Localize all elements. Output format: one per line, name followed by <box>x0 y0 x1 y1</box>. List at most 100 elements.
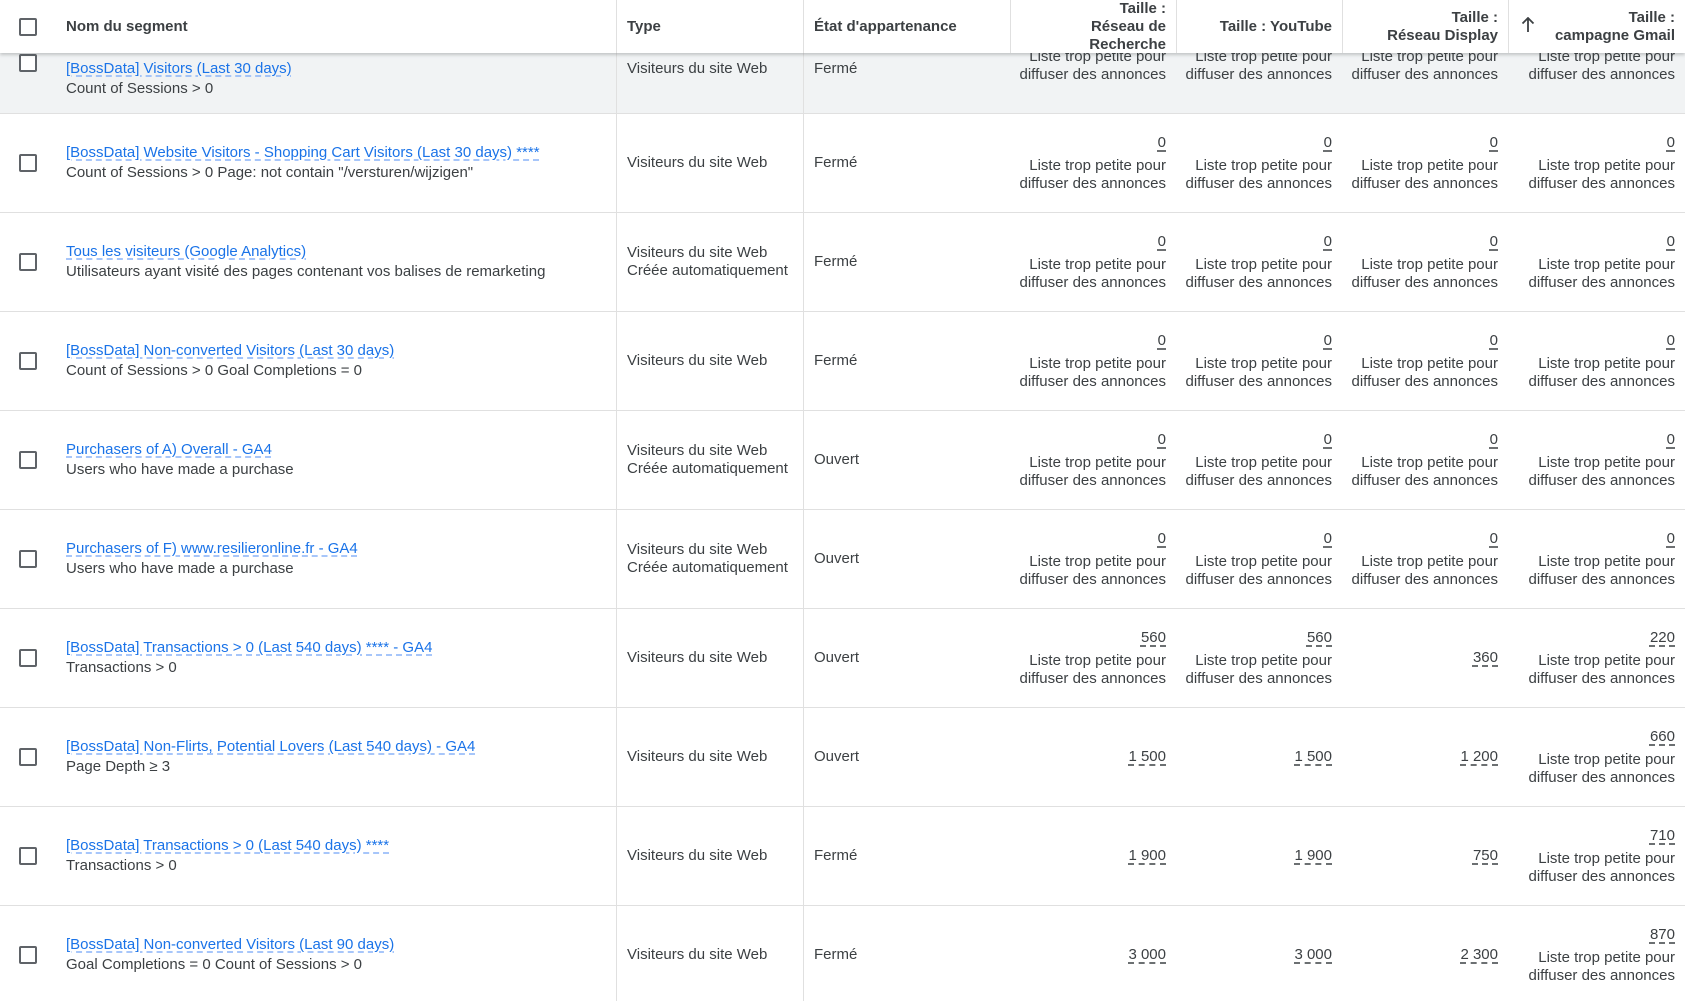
size-youtube-value[interactable]: 0 <box>1324 431 1332 449</box>
row-checkbox[interactable] <box>19 550 37 568</box>
column-header-state[interactable]: État d'appartenance <box>803 0 1010 53</box>
row-checkbox[interactable] <box>19 847 37 865</box>
column-header-type-label: Type <box>627 18 661 35</box>
size-search-value[interactable]: 0 <box>1158 431 1166 449</box>
membership-state-cell: Fermé <box>803 213 1010 311</box>
segment-name-link[interactable]: [BossData] Non-Flirts, Potential Lovers … <box>66 738 475 756</box>
column-header-name-label: Nom du segment <box>66 18 188 35</box>
row-checkbox-cell[interactable] <box>0 312 56 410</box>
segment-name-link[interactable]: [BossData] Non-converted Visitors (Last … <box>66 342 394 360</box>
arrow-up-icon[interactable] <box>1521 16 1535 37</box>
membership-state-cell: Fermé <box>803 114 1010 212</box>
segment-name-link[interactable]: Purchasers of A) Overall - GA4 <box>66 441 272 459</box>
size-gmail-value[interactable]: 870 <box>1650 926 1675 944</box>
table-row[interactable]: [BossData] Non-Flirts, Potential Lovers … <box>0 708 1685 807</box>
size-youtube-value[interactable]: 0 <box>1324 134 1332 152</box>
size-display-value[interactable]: 2 300 <box>1460 946 1498 964</box>
row-checkbox[interactable] <box>19 154 37 172</box>
size-gmail-note: Liste trop petite pour diffuser des anno… <box>1528 750 1676 786</box>
row-checkbox[interactable] <box>19 748 37 766</box>
table-row[interactable]: [BossData] Transactions > 0 (Last 540 da… <box>0 807 1685 906</box>
segment-name-cell: Purchasers of F) www.resilieronline.fr -… <box>56 510 616 608</box>
column-header-size-gmail[interactable]: Taille : campagne Gmail <box>1508 0 1685 53</box>
size-search-value[interactable]: 0 <box>1158 332 1166 350</box>
size-display-value[interactable]: 360 <box>1473 649 1498 667</box>
size-gmail-value[interactable]: 710 <box>1650 827 1675 845</box>
size-gmail-value[interactable]: 0 <box>1667 233 1675 251</box>
row-checkbox-cell[interactable] <box>0 906 56 1001</box>
table-row[interactable]: [BossData] Non-converted Visitors (Last … <box>0 312 1685 411</box>
row-checkbox[interactable] <box>19 253 37 271</box>
row-checkbox-cell[interactable] <box>0 213 56 311</box>
segment-name-link[interactable]: Tous les visiteurs (Google Analytics) <box>66 243 306 261</box>
table-row[interactable]: [BossData] Website Visitors - Shopping C… <box>0 114 1685 213</box>
size-search-value[interactable]: 560 <box>1141 629 1166 647</box>
segment-name-link[interactable]: [BossData] Transactions > 0 (Last 540 da… <box>66 639 432 657</box>
size-gmail-value[interactable]: 0 <box>1667 134 1675 152</box>
column-header-size-youtube[interactable]: Taille : YouTube <box>1176 0 1342 53</box>
size-youtube-value[interactable]: 0 <box>1324 530 1332 548</box>
size-search-value[interactable]: 3 000 <box>1128 946 1166 964</box>
size-youtube-value[interactable]: 0 <box>1324 233 1332 251</box>
size-youtube-value[interactable]: 1 900 <box>1294 847 1332 865</box>
size-display-value[interactable]: 1 200 <box>1460 748 1498 766</box>
size-display-value[interactable]: 0 <box>1490 134 1498 152</box>
segment-name-link[interactable]: [BossData] Visitors (Last 30 days) <box>66 60 292 78</box>
segment-name-link[interactable]: [BossData] Non-converted Visitors (Last … <box>66 936 394 954</box>
size-gmail-value[interactable]: 660 <box>1650 728 1675 746</box>
row-checkbox-cell[interactable] <box>0 411 56 509</box>
column-header-size-search[interactable]: Taille : Réseau de Recherche <box>1010 0 1176 53</box>
column-header-size-search-line2: Réseau de Recherche <box>1089 17 1166 53</box>
row-checkbox-cell[interactable] <box>0 114 56 212</box>
row-checkbox[interactable] <box>19 54 37 72</box>
column-header-state-label: État d'appartenance <box>814 18 957 35</box>
size-search-value[interactable]: 0 <box>1158 530 1166 548</box>
size-search-value[interactable]: 0 <box>1158 233 1166 251</box>
row-checkbox[interactable] <box>19 352 37 370</box>
row-checkbox-cell[interactable] <box>0 708 56 806</box>
type-cell: Visiteurs du site Web Créée automatiquem… <box>616 411 803 509</box>
row-checkbox[interactable] <box>19 451 37 469</box>
size-search-value[interactable]: 0 <box>1158 134 1166 152</box>
table-row[interactable]: [BossData] Transactions > 0 (Last 540 da… <box>0 609 1685 708</box>
size-gmail-value[interactable]: 220 <box>1650 629 1675 647</box>
segment-name-link[interactable]: [BossData] Website Visitors - Shopping C… <box>66 144 540 162</box>
segment-name-link[interactable]: Purchasers of F) www.resilieronline.fr -… <box>66 540 358 558</box>
size-youtube-value[interactable]: 3 000 <box>1294 946 1332 964</box>
size-display-value[interactable]: 0 <box>1490 431 1498 449</box>
size-search-note: Liste trop petite pour diffuser des anno… <box>1019 156 1167 192</box>
table-row[interactable]: Purchasers of F) www.resilieronline.fr -… <box>0 510 1685 609</box>
size-display-value[interactable]: 0 <box>1490 332 1498 350</box>
size-youtube-value[interactable]: 560 <box>1307 629 1332 647</box>
row-checkbox-cell[interactable] <box>0 609 56 707</box>
row-checkbox-cell[interactable] <box>0 807 56 905</box>
table-row[interactable]: [BossData] Non-converted Visitors (Last … <box>0 906 1685 1001</box>
row-checkbox[interactable] <box>19 649 37 667</box>
select-all-checkbox[interactable] <box>19 17 37 36</box>
size-gmail-value[interactable]: 0 <box>1667 530 1675 548</box>
select-all-cell[interactable] <box>0 0 56 53</box>
size-gmail-value[interactable]: 0 <box>1667 332 1675 350</box>
size-display-value[interactable]: 750 <box>1473 847 1498 865</box>
size-display-cell: 0 Liste trop petite pour diffuser des an… <box>1342 411 1508 509</box>
segment-name-link[interactable]: [BossData] Transactions > 0 (Last 540 da… <box>66 837 389 855</box>
size-search-value[interactable]: 1 500 <box>1128 748 1166 766</box>
size-gmail-value[interactable]: 0 <box>1667 431 1675 449</box>
size-gmail-cell: 0 Liste trop petite pour diffuser des an… <box>1508 114 1685 212</box>
size-display-note: Liste trop petite pour diffuser des anno… <box>1351 255 1499 291</box>
size-display-value[interactable]: 0 <box>1490 233 1498 251</box>
column-header-type[interactable]: Type <box>616 0 803 53</box>
row-checkbox-cell[interactable] <box>0 510 56 608</box>
table-row[interactable]: Tous les visiteurs (Google Analytics) Ut… <box>0 213 1685 312</box>
size-youtube-value[interactable]: 0 <box>1324 332 1332 350</box>
segment-name-cell: [BossData] Non-converted Visitors (Last … <box>56 906 616 1001</box>
row-checkbox[interactable] <box>19 946 37 964</box>
column-header-name[interactable]: Nom du segment <box>56 0 616 53</box>
size-youtube-value[interactable]: 1 500 <box>1294 748 1332 766</box>
size-display-value[interactable]: 0 <box>1490 530 1498 548</box>
size-youtube-note: Liste trop petite pour diffuser des anno… <box>1185 354 1333 390</box>
size-search-value[interactable]: 1 900 <box>1128 847 1166 865</box>
segment-description: Users who have made a purchase <box>66 461 294 478</box>
table-row[interactable]: Purchasers of A) Overall - GA4 Users who… <box>0 411 1685 510</box>
column-header-size-display[interactable]: Taille : Réseau Display <box>1342 0 1508 53</box>
